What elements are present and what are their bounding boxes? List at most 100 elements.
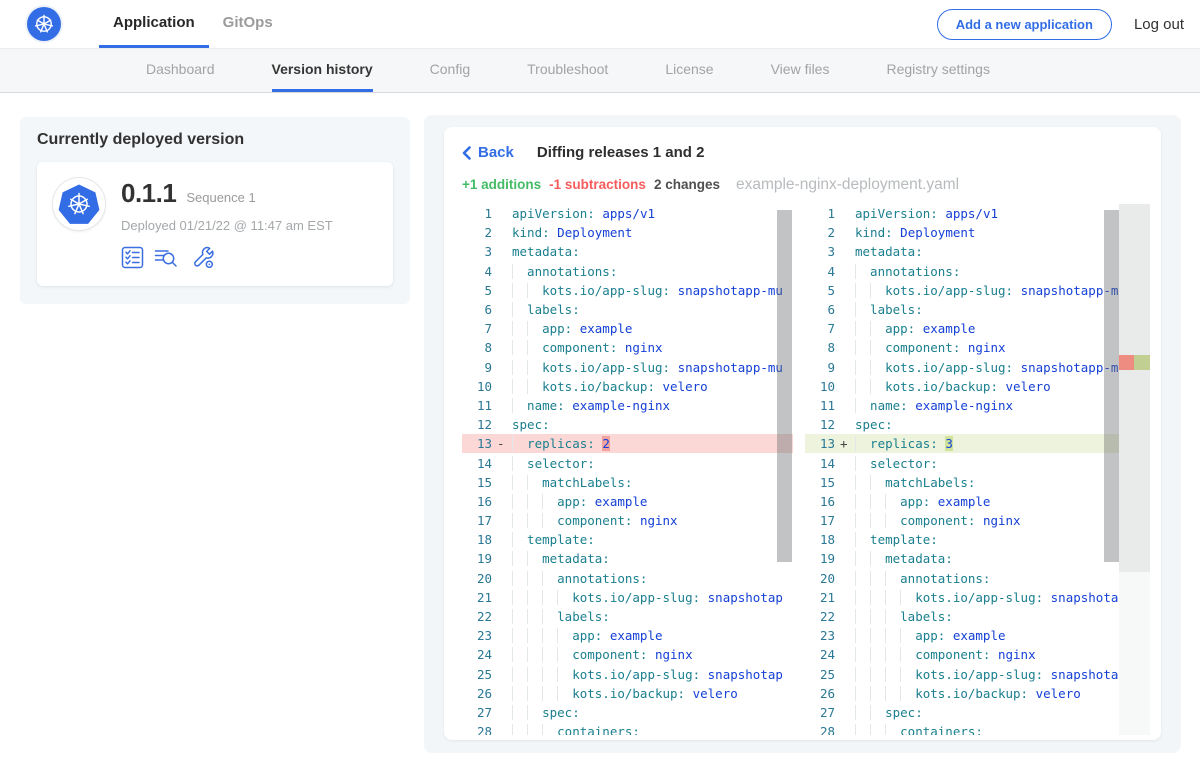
code-line: 16app: example: [462, 492, 793, 511]
line-number: 8: [805, 340, 835, 355]
subnav-item-config[interactable]: Config: [430, 49, 470, 92]
code-line: 22labels:: [805, 607, 1150, 626]
tab-gitops[interactable]: GitOps: [209, 0, 287, 48]
code-line: 27spec:: [805, 703, 1150, 722]
line-number: 15: [805, 475, 835, 490]
indent-guide: [870, 609, 885, 624]
indent-guide: [512, 647, 527, 662]
indent-guide: [512, 724, 527, 735]
indent-guide: [885, 647, 900, 662]
code-line: 7app: example: [462, 319, 793, 338]
sequence-label: Sequence 1: [186, 190, 255, 205]
indent-guide: [855, 475, 870, 490]
line-number: 24: [805, 647, 835, 662]
line-number: 6: [805, 302, 835, 317]
configure-wrench-gear-icon[interactable]: [191, 245, 216, 270]
indent-guide: [870, 340, 885, 355]
code-line: 2kind: Deployment: [462, 223, 793, 242]
indent-guide: [855, 283, 870, 298]
indent-guide: [855, 532, 870, 547]
diff-stats: +1 additions -1 subtractions 2 changes e…: [462, 176, 1161, 194]
code-line: 21kots.io/app-slug: snapshotap: [805, 588, 1150, 607]
subnav-item-view-files[interactable]: View files: [771, 49, 830, 92]
line-number: 9: [805, 360, 835, 375]
indent-guide: [527, 628, 542, 643]
top-tabs: Application GitOps: [99, 0, 287, 48]
indent-guide: [885, 513, 900, 528]
line-number: 25: [462, 667, 492, 682]
indent-guide: [512, 532, 527, 547]
code-line: 19metadata:: [805, 549, 1150, 568]
code-line: 6labels:: [805, 300, 1150, 319]
code-line: 20annotations:: [462, 569, 793, 588]
indent-guide: [870, 667, 885, 682]
indent-guide: [870, 724, 885, 735]
code-line: 15matchLabels:: [805, 473, 1150, 492]
code-line: 23app: example: [462, 626, 793, 645]
indent-guide: [870, 590, 885, 605]
subnav-item-troubleshoot[interactable]: Troubleshoot: [527, 49, 608, 92]
subnav-item-version-history[interactable]: Version history: [272, 49, 373, 92]
additions-count: +1 additions: [462, 177, 541, 192]
indent-guide: [512, 609, 527, 624]
indent-guide: [855, 724, 870, 735]
line-number: 13: [462, 436, 492, 451]
code-line: 17component: nginx: [462, 511, 793, 530]
line-number: 26: [805, 686, 835, 701]
code-line: 1apiVersion: apps/v1: [805, 204, 1150, 223]
indent-guide: [542, 494, 557, 509]
indent-guide: [557, 647, 572, 662]
minimap-del-mark: [1119, 355, 1134, 370]
indent-guide: [512, 513, 527, 528]
line-number: 28: [805, 724, 835, 735]
subnav-item-registry-settings[interactable]: Registry settings: [886, 49, 989, 92]
tab-application[interactable]: Application: [99, 0, 209, 48]
back-button[interactable]: Back: [462, 144, 514, 161]
subnav-item-license[interactable]: License: [665, 49, 713, 92]
indent-guide: [542, 513, 557, 528]
line-number: 15: [462, 475, 492, 490]
subnav-item-dashboard[interactable]: Dashboard: [146, 49, 215, 92]
indent-guide: [542, 609, 557, 624]
indent-guide: [527, 551, 542, 566]
minimap[interactable]: [1119, 204, 1150, 572]
scrollbar-thumb[interactable]: [777, 210, 792, 562]
view-files-search-icon[interactable]: [154, 246, 181, 269]
diff-pane-modified: 1apiVersion: apps/v12kind: Deployment3me…: [805, 204, 1150, 735]
indent-guide: [527, 705, 542, 720]
code-line: 11name: example-nginx: [462, 396, 793, 415]
preflight-checklist-icon[interactable]: [121, 246, 144, 269]
indent-guide: [512, 436, 527, 451]
indent-guide: [557, 686, 572, 701]
code-line: 8component: nginx: [805, 338, 1150, 357]
indent-guide: [512, 283, 527, 298]
add-application-button[interactable]: Add a new application: [937, 9, 1112, 40]
code-line: 4annotations:: [805, 262, 1150, 281]
line-number: 19: [462, 551, 492, 566]
line-number: 18: [805, 532, 835, 547]
indent-guide: [527, 494, 542, 509]
indent-guide: [512, 456, 527, 471]
line-number: 21: [462, 590, 492, 605]
indent-guide: [527, 609, 542, 624]
scrollbar-thumb[interactable]: [1104, 210, 1119, 562]
indent-guide: [870, 379, 885, 394]
line-number: 13: [805, 436, 835, 451]
code-line: 26kots.io/backup: velero: [805, 684, 1150, 703]
code-line: 12spec:: [462, 415, 793, 434]
line-number: 22: [805, 609, 835, 624]
logout-button[interactable]: Log out: [1134, 16, 1184, 33]
code-line: 22labels:: [462, 607, 793, 626]
indent-guide: [527, 379, 542, 394]
line-number: 27: [462, 705, 492, 720]
indent-guide: [512, 475, 527, 490]
indent-guide: [870, 494, 885, 509]
code-line: 24component: nginx: [462, 645, 793, 664]
code-line: 3metadata:: [462, 242, 793, 261]
diff-editors: 1apiVersion: apps/v1 2kind: Deployment3me…: [462, 204, 1161, 735]
line-number: 17: [805, 513, 835, 528]
diff-pane-original: 1apiVersion: apps/v12kind: Deployment3me…: [462, 204, 793, 735]
indent-guide: [870, 705, 885, 720]
line-number: 10: [462, 379, 492, 394]
indent-guide: [527, 340, 542, 355]
